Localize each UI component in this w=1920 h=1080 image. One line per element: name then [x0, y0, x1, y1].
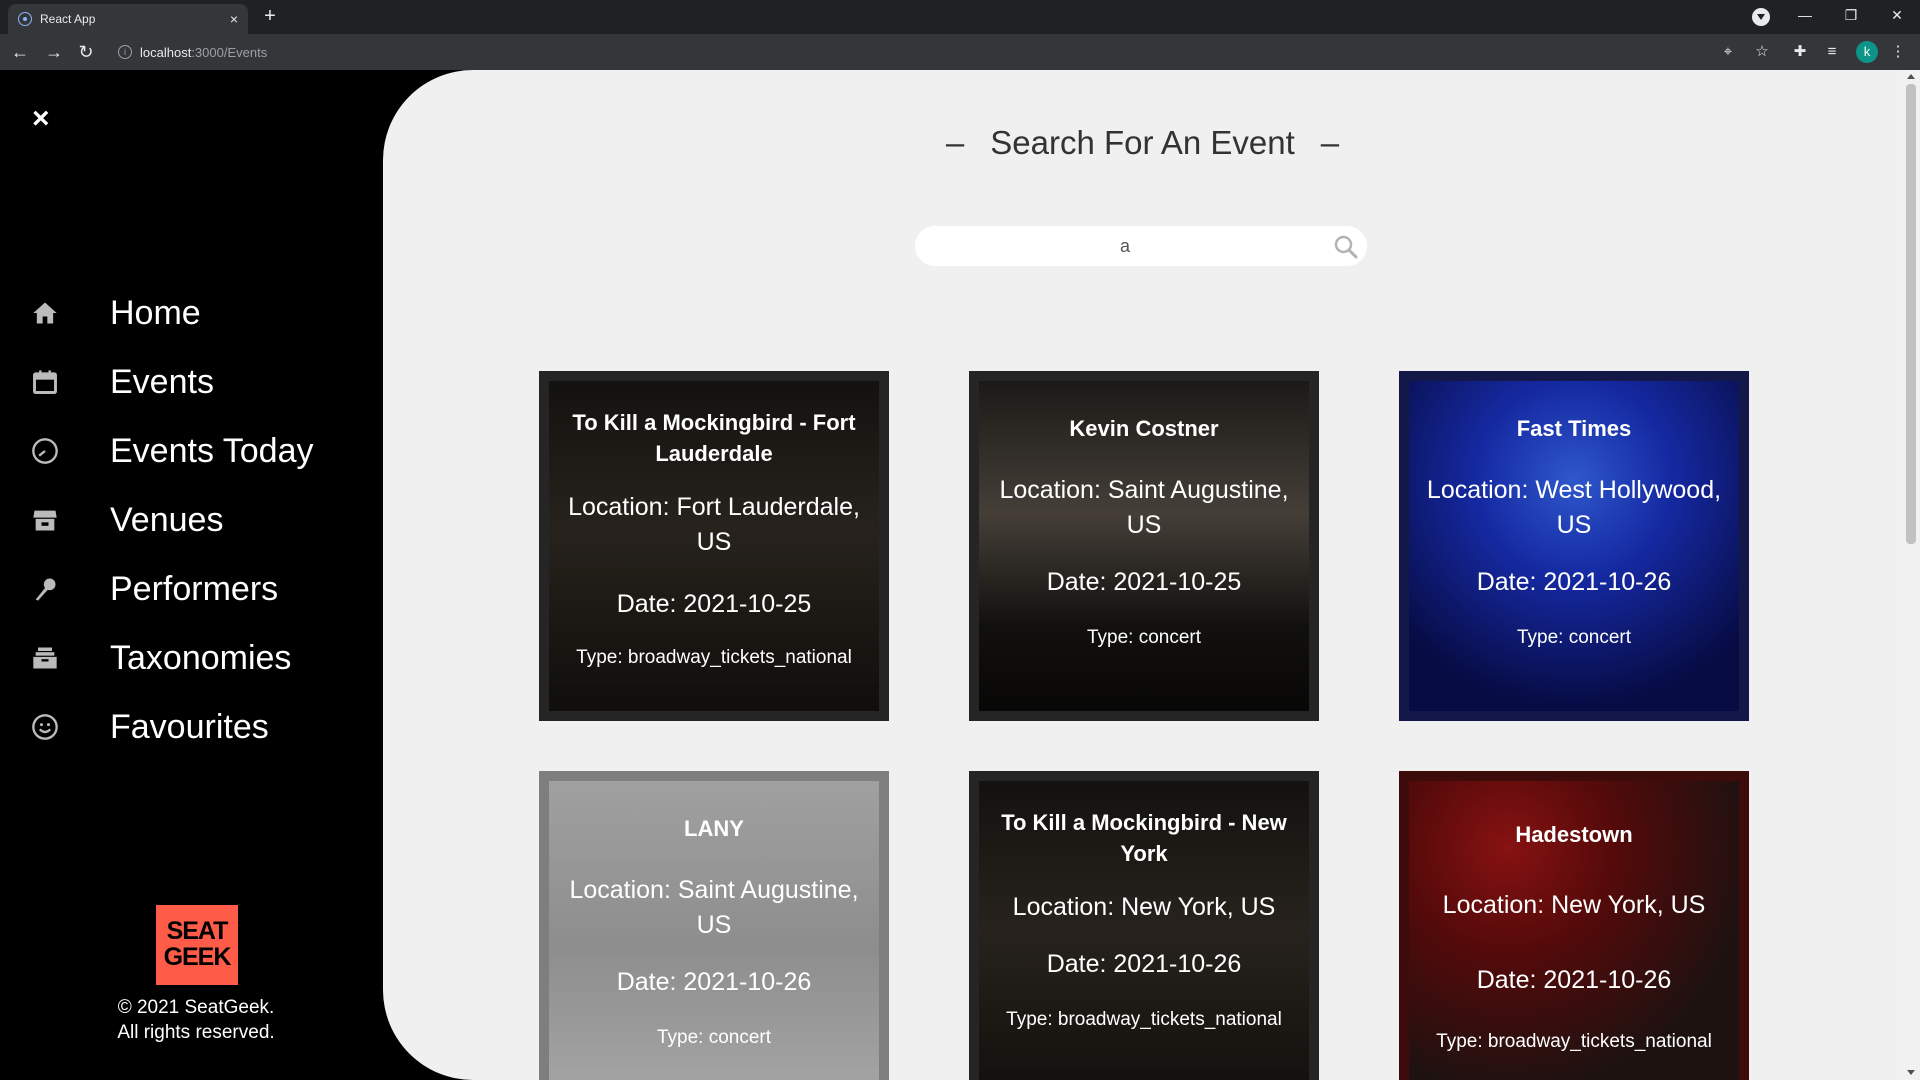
- event-card-content: To Kill a Mockingbird - New York Locatio…: [985, 771, 1303, 1080]
- event-title: Fast Times: [1516, 416, 1632, 441]
- sidebar-item-events-today[interactable]: Events Today: [28, 426, 314, 476]
- home-icon: [28, 296, 62, 330]
- event-type: Type: concert: [656, 1027, 772, 1048]
- sidebar-item-label: Taxonomies: [110, 638, 292, 677]
- sidebar-item-taxonomies[interactable]: Taxonomies: [28, 633, 291, 683]
- event-card[interactable]: Kevin Costner Location: Saint Augustine,…: [969, 371, 1319, 721]
- event-card[interactable]: To Kill a Mockingbird - Fort Lauderdale …: [539, 371, 889, 721]
- sidebar-item-home[interactable]: Home: [28, 288, 201, 338]
- sidebar-item-performers[interactable]: Performers: [28, 564, 278, 614]
- event-type: Type: concert: [1516, 627, 1632, 648]
- sidebar-item-venues[interactable]: Venues: [28, 495, 223, 545]
- event-date: Date: 2021-10-26: [616, 968, 812, 996]
- sidebar-item-label: Events Today: [110, 431, 314, 470]
- sidebar-item-label: Venues: [110, 500, 224, 539]
- scrollbar-thumb[interactable]: [1906, 84, 1916, 544]
- search-input[interactable]: [935, 226, 1315, 266]
- event-card[interactable]: Fast Times Location: West Hollywood, US …: [1399, 371, 1749, 721]
- event-date: Date: 2021-10-25: [1046, 568, 1242, 596]
- sidebar-item-events[interactable]: Events: [28, 357, 214, 407]
- page-title: – Search For An Event –: [945, 124, 1340, 161]
- event-card-content: Hadestown Location: New York, US Date: 2…: [1415, 771, 1733, 1080]
- event-type: Type: broadway_tickets_national: [1006, 1009, 1282, 1030]
- tray-icon: [28, 641, 62, 675]
- sidebar-item-label: Favourites: [110, 707, 269, 746]
- close-sidebar-button[interactable]: ×: [32, 104, 50, 134]
- browser-menu-icon[interactable]: ⋮: [1888, 42, 1908, 62]
- event-location: Location: Saint Augustine, US: [569, 876, 859, 939]
- event-type: Type: broadway_tickets_national: [1436, 1031, 1712, 1052]
- seatgeek-logo: SEAT GEEK: [156, 905, 238, 985]
- event-date: Date: 2021-10-25: [616, 590, 812, 618]
- location-icon[interactable]: ⌖: [1718, 42, 1738, 62]
- event-type: Type: concert: [1086, 627, 1202, 648]
- event-location: Location: Fort Lauderdale, US: [568, 493, 860, 556]
- calendar-icon: [28, 365, 62, 399]
- event-location: Location: New York, US: [1442, 891, 1706, 919]
- event-card-content: LANY Location: Saint Augustine, US Date:…: [555, 771, 873, 1080]
- copyright-text: © 2021 SeatGeek. All rights reserved.: [117, 997, 275, 1043]
- sidebar: × Home Events Events Today Venues Perfor…: [0, 70, 400, 1080]
- microphone-icon: [28, 572, 62, 606]
- smiley-icon: [28, 710, 62, 744]
- sidebar-item-favourites[interactable]: Favourites: [28, 702, 269, 752]
- event-location: Location: West Hollywood, US: [1426, 476, 1722, 539]
- sidebar-item-label: Home: [110, 293, 201, 332]
- tab-close-button[interactable]: ×: [230, 11, 238, 27]
- back-icon[interactable]: ←: [6, 38, 34, 66]
- browser-tab-bar: React App × + — ❐ ✕: [0, 0, 1920, 34]
- sidebar-item-label: Events: [110, 362, 214, 401]
- main-content: –Search For An Event– To Kill a Mockingb…: [383, 70, 1902, 1080]
- event-card[interactable]: Hadestown Location: New York, US Date: 2…: [1399, 771, 1749, 1080]
- extensions-icon[interactable]: ✚: [1790, 42, 1810, 62]
- close-window-button[interactable]: ✕: [1874, 0, 1920, 30]
- url-host: localhost: [140, 44, 192, 60]
- event-location: Location: New York, US: [1012, 893, 1276, 921]
- site-info-icon[interactable]: i: [118, 45, 132, 59]
- event-card-content: To Kill a Mockingbird - Fort Lauderdale …: [555, 371, 873, 721]
- search-icon[interactable]: [1333, 234, 1359, 260]
- forward-icon[interactable]: →: [40, 38, 68, 66]
- url-path: :3000/Events: [191, 44, 268, 60]
- event-title: Hadestown: [1515, 822, 1633, 847]
- event-title: Kevin Costner: [1069, 416, 1219, 441]
- event-card-content: Kevin Costner Location: Saint Augustine,…: [985, 371, 1303, 721]
- event-location: Location: Saint Augustine, US: [999, 476, 1289, 539]
- event-title: To Kill a Mockingbird - Fort Lauderdale: [572, 410, 856, 466]
- restore-button[interactable]: ❐: [1828, 0, 1874, 30]
- new-tab-button[interactable]: +: [258, 4, 282, 28]
- address-bar[interactable]: i localhost:3000/Events: [110, 38, 1690, 66]
- profile-menu-icon[interactable]: [1752, 8, 1770, 26]
- clock-icon: [28, 434, 62, 468]
- event-type: Type: broadway_tickets_national: [576, 647, 852, 668]
- sidebar-item-label: Performers: [110, 569, 279, 608]
- media-queue-icon[interactable]: ≡: [1822, 42, 1842, 62]
- bookmark-star-icon[interactable]: ☆: [1752, 42, 1772, 62]
- event-title: To Kill a Mockingbird - New York: [1001, 810, 1287, 866]
- react-favicon-icon: [18, 12, 32, 26]
- browser-toolbar: ← → ↻ i localhost:3000/Events ⌖ ☆ ✚ ≡ ⋮: [0, 34, 1920, 70]
- event-date: Date: 2021-10-26: [1046, 950, 1242, 978]
- store-icon: [28, 503, 62, 537]
- scroll-down-arrow-icon[interactable]: [1907, 1070, 1915, 1075]
- minimize-button[interactable]: —: [1782, 0, 1828, 30]
- browser-tab[interactable]: React App ×: [8, 4, 248, 34]
- tab-title: React App: [40, 12, 96, 26]
- event-date: Date: 2021-10-26: [1476, 966, 1672, 994]
- event-date: Date: 2021-10-26: [1476, 568, 1672, 596]
- search-bar: [915, 226, 1367, 266]
- event-card-content: Fast Times Location: West Hollywood, US …: [1415, 371, 1733, 721]
- event-card[interactable]: LANY Location: Saint Augustine, US Date:…: [539, 771, 889, 1080]
- page-scrollbar[interactable]: [1902, 70, 1920, 1080]
- profile-avatar[interactable]: k: [1856, 41, 1878, 63]
- reload-icon[interactable]: ↻: [72, 38, 100, 66]
- event-card[interactable]: To Kill a Mockingbird - New York Locatio…: [969, 771, 1319, 1080]
- scroll-up-arrow-icon[interactable]: [1907, 74, 1915, 79]
- event-title: LANY: [684, 816, 744, 841]
